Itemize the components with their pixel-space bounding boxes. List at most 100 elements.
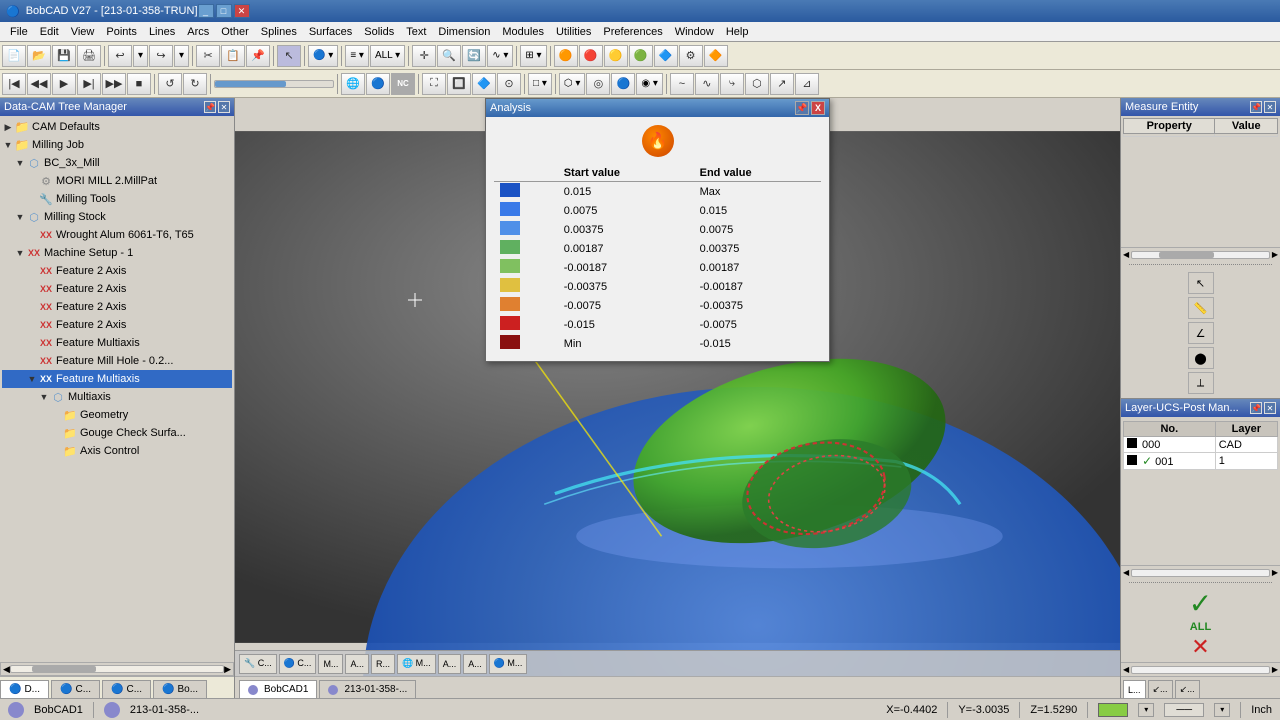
layer-close-button[interactable]: ✕ bbox=[1264, 402, 1276, 414]
tab-c1[interactable]: 🔵 C... bbox=[51, 680, 100, 698]
crosshair-button[interactable]: ✛ bbox=[412, 45, 436, 67]
zoom-btn[interactable]: 🔍 bbox=[437, 45, 461, 67]
undo-button[interactable]: ↩ bbox=[108, 45, 132, 67]
refresh-btn[interactable]: 🔄 bbox=[462, 45, 486, 67]
layer-vis-000[interactable] bbox=[1127, 438, 1137, 448]
new-button[interactable]: 📄 bbox=[2, 45, 26, 67]
expand-fmx-sel[interactable]: ▼ bbox=[26, 373, 38, 385]
sim-btn1[interactable]: 🌐 bbox=[341, 73, 365, 95]
play-next-button[interactable]: ▶| bbox=[77, 73, 101, 95]
undo-dropdown[interactable]: ▾ bbox=[133, 45, 148, 67]
tree-node-gouge[interactable]: ▶ 📁 Gouge Check Surfa... bbox=[2, 424, 232, 442]
tree-close-button[interactable]: ✕ bbox=[218, 101, 230, 113]
layer-vscrollbar[interactable]: ◀ ▶ bbox=[1121, 662, 1280, 676]
open-button[interactable]: 📂 bbox=[27, 45, 51, 67]
tree-node-multiaxis[interactable]: ▼ ⬡ Multiaxis bbox=[2, 388, 232, 406]
shape-btn3[interactable]: ~ bbox=[670, 73, 694, 95]
menu-help[interactable]: Help bbox=[720, 25, 755, 39]
shape-btn5[interactable]: ⤷ bbox=[720, 73, 744, 95]
tool1-btn[interactable]: 🔴 bbox=[579, 45, 603, 67]
tree-scrollbar[interactable]: ◀ ▶ bbox=[0, 662, 234, 676]
vp-btn-1[interactable]: 🔧 C... bbox=[239, 654, 277, 674]
expand-stock[interactable]: ▼ bbox=[14, 211, 26, 223]
step-button[interactable]: ↻ bbox=[183, 73, 207, 95]
play-last-button[interactable]: ▶▶ bbox=[102, 73, 126, 95]
measure-scrollbar[interactable]: ◀ ▶ bbox=[1121, 247, 1280, 261]
layer-row-001[interactable]: ✓ 001 1 bbox=[1124, 453, 1278, 470]
layer-scroll-track[interactable] bbox=[1131, 569, 1270, 577]
layer-vscroll-down[interactable]: ▶ bbox=[1270, 665, 1280, 674]
vp-btn-6[interactable]: 🌐 M... bbox=[397, 654, 436, 674]
tool5-btn[interactable]: ⚙ bbox=[679, 45, 703, 67]
menu-arcs[interactable]: Arcs bbox=[181, 25, 215, 39]
x-button[interactable]: ✕ bbox=[1191, 636, 1209, 658]
layer-vscroll-track[interactable] bbox=[1131, 666, 1270, 674]
menu-modules[interactable]: Modules bbox=[496, 25, 550, 39]
sim-btn5[interactable]: 🔲 bbox=[447, 73, 471, 95]
play-prev-button[interactable]: ◀◀ bbox=[27, 73, 51, 95]
redo-dropdown[interactable]: ▾ bbox=[174, 45, 189, 67]
tree-node-axis-control[interactable]: ▶ 📁 Axis Control bbox=[2, 442, 232, 460]
select-button[interactable]: ↖ bbox=[277, 45, 301, 67]
tool6-btn[interactable]: 🔶 bbox=[704, 45, 728, 67]
measure-pin-button[interactable]: 📌 bbox=[1250, 101, 1262, 113]
expand-setup[interactable]: ▼ bbox=[14, 247, 26, 259]
snap-dropdown[interactable]: 🔵 ▾ bbox=[308, 45, 338, 67]
tree-node-milling-tools[interactable]: ▶ 🔧 Milling Tools bbox=[2, 190, 232, 208]
sim-btn6[interactable]: 🔷 bbox=[472, 73, 496, 95]
tool3-btn[interactable]: 🟢 bbox=[629, 45, 653, 67]
play-button[interactable]: ▶ bbox=[52, 73, 76, 95]
minimize-button[interactable]: _ bbox=[198, 4, 214, 18]
expand-multiaxis[interactable]: ▼ bbox=[38, 391, 50, 403]
menu-lines[interactable]: Lines bbox=[143, 25, 181, 39]
menu-other[interactable]: Other bbox=[215, 25, 255, 39]
menu-surfaces[interactable]: Surfaces bbox=[303, 25, 358, 39]
menu-text[interactable]: Text bbox=[400, 25, 432, 39]
shape-dropdown3[interactable]: ◉ ▾ bbox=[636, 73, 663, 95]
measure-close-button[interactable]: ✕ bbox=[1264, 101, 1276, 113]
tab-bobcad1[interactable]: BobCAD1 bbox=[239, 680, 317, 698]
shape-btn2[interactable]: 🔵 bbox=[611, 73, 635, 95]
expand-milling-job[interactable]: ▼ bbox=[2, 139, 14, 151]
menu-solids[interactable]: Solids bbox=[358, 25, 400, 39]
color-dropdown-button[interactable]: ▾ bbox=[1138, 703, 1154, 717]
scroll-left-arrow[interactable]: ◀ bbox=[3, 664, 10, 675]
tree-node-bc3x[interactable]: ▼ ⬡ BC_3x_Mill bbox=[2, 154, 232, 172]
tree-node-milling-stock[interactable]: ▼ ⬡ Milling Stock bbox=[2, 208, 232, 226]
measure-icon-4[interactable]: ⬤ bbox=[1188, 347, 1214, 369]
line-style-dropdown[interactable]: ▾ bbox=[1214, 703, 1230, 717]
viewport-area[interactable]: Analysis 📌 X 🔥 bbox=[235, 98, 1120, 676]
stop-button[interactable]: ■ bbox=[127, 73, 151, 95]
tree-node-geometry[interactable]: ▶ 📁 Geometry bbox=[2, 406, 232, 424]
tool2-btn[interactable]: 🟡 bbox=[604, 45, 628, 67]
tab-c2[interactable]: 🔵 C... bbox=[102, 680, 151, 698]
layer-tab-2[interactable]: ↙... bbox=[1175, 680, 1200, 698]
layer-tab-L[interactable]: L... bbox=[1123, 680, 1146, 698]
layer-vscroll-up[interactable]: ◀ bbox=[1121, 665, 1131, 674]
shape-btn8[interactable]: ⊿ bbox=[795, 73, 819, 95]
vp-btn-8[interactable]: A... bbox=[463, 654, 487, 674]
vp-btn-4[interactable]: A... bbox=[345, 654, 369, 674]
layer-row-000[interactable]: 000 CAD bbox=[1124, 437, 1278, 453]
vp-btn-3[interactable]: M... bbox=[318, 654, 343, 674]
tree-node-feat2ax-2[interactable]: ▶ XX Feature 2 Axis bbox=[2, 280, 232, 298]
measure-icon-1[interactable]: ↖ bbox=[1188, 272, 1214, 294]
ball-btn[interactable]: 🟠 bbox=[554, 45, 578, 67]
filter-dropdown[interactable]: ALL ▾ bbox=[370, 45, 405, 67]
tab-bo[interactable]: 🔵 Bo... bbox=[153, 680, 207, 698]
save-button[interactable]: 💾 bbox=[52, 45, 76, 67]
redo-button[interactable]: ↪ bbox=[149, 45, 173, 67]
tab-d[interactable]: 🔵 D... bbox=[0, 680, 49, 698]
color-swatch-button[interactable] bbox=[1098, 703, 1128, 717]
sim-btn3[interactable]: NC bbox=[391, 73, 415, 95]
analysis-pin-button[interactable]: 📌 bbox=[795, 101, 809, 115]
layer-scrollbar[interactable]: ◀ ▶ bbox=[1121, 565, 1280, 579]
analysis-close-button[interactable]: X bbox=[811, 101, 825, 115]
sim-btn2[interactable]: 🔵 bbox=[366, 73, 390, 95]
menu-splines[interactable]: Splines bbox=[255, 25, 303, 39]
menu-window[interactable]: Window bbox=[669, 25, 720, 39]
measure-scroll-track[interactable] bbox=[1131, 251, 1270, 259]
menu-file[interactable]: File bbox=[4, 25, 34, 39]
shape-btn1[interactable]: ◎ bbox=[586, 73, 610, 95]
menu-edit[interactable]: Edit bbox=[34, 25, 65, 39]
